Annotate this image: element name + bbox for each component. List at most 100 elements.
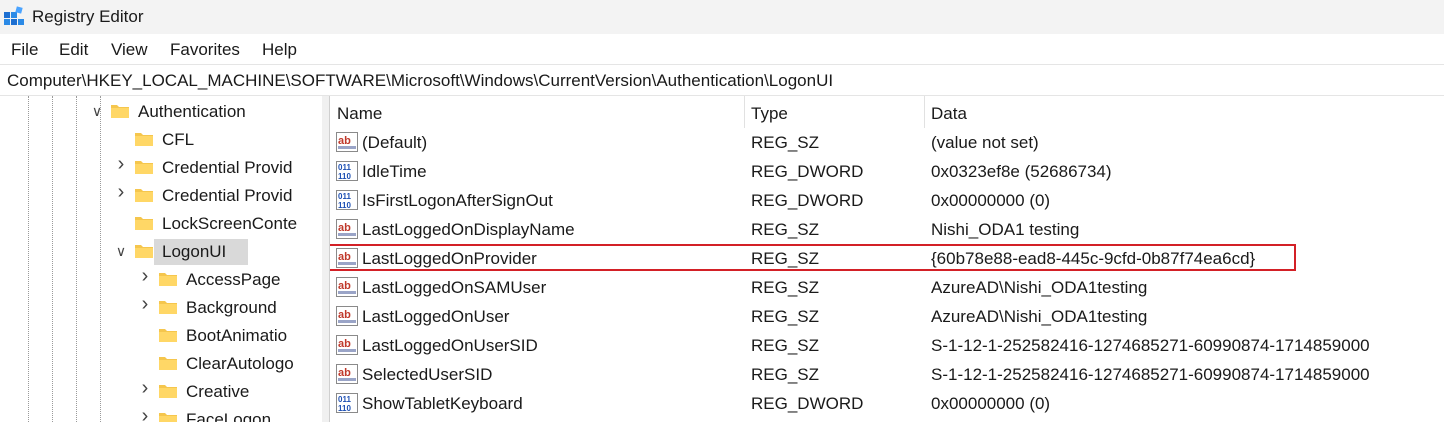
value-type: REG_SZ — [751, 336, 820, 355]
value-row[interactable]: ab LastLoggedOnUserSID REG_SZ S-1-12-1-2525… — [330, 331, 1444, 360]
tree-item[interactable]: CFL — [0, 126, 300, 154]
value-row[interactable]: 011 110 ShowTabletKeyboard REG_DWORD 0x00000… — [330, 389, 1444, 418]
value-row[interactable]: ab LastLoggedOnProvider REG_SZ {60b78e88-ea… — [330, 244, 1444, 273]
address-path[interactable]: Computer\HKEY_LOCAL_MACHINE\SOFTWARE\Mic… — [7, 71, 833, 91]
tree-item-label: LockScreenConte — [162, 214, 298, 233]
value-name: LastLoggedOnDisplayName — [362, 220, 575, 239]
value-row[interactable]: ab LastLoggedOnSAMUser REG_SZ AzureAD\Nishi… — [330, 273, 1444, 302]
tree-item[interactable]: › Background — [0, 294, 300, 322]
value-type: REG_SZ — [751, 278, 820, 297]
value-type: REG_DWORD — [751, 394, 864, 413]
menu-edit[interactable]: Edit — [59, 40, 88, 60]
binary-value-icon: 011110 — [336, 190, 358, 210]
string-value-icon: ab — [336, 132, 358, 152]
folder-icon — [159, 329, 177, 342]
value-type: REG_SZ — [751, 133, 820, 152]
menu-favorites[interactable]: Favorites — [170, 40, 240, 60]
tree-item[interactable]: › FaceLogon — [0, 406, 300, 422]
folder-icon — [159, 413, 177, 422]
tree-item[interactable]: ∨ Authentication — [0, 98, 300, 126]
values-list-pane[interactable]: Name Type Data ab (Default) REG_SZ (value n… — [330, 96, 1444, 422]
menu-bar: File Edit View Favorites Help — [0, 34, 1444, 64]
pane-splitter[interactable] — [322, 96, 330, 422]
folder-icon — [135, 217, 153, 230]
tree-item-label: ClearAutologo — [186, 354, 294, 373]
menu-file[interactable]: File — [11, 40, 38, 60]
tree-item[interactable]: BootAnimatio — [0, 322, 300, 350]
svg-text:011: 011 — [338, 163, 351, 172]
chevron-right-icon[interactable]: › — [114, 154, 128, 174]
svg-text:011: 011 — [338, 192, 351, 201]
value-data: Nishi_ODA1 testing — [931, 220, 1080, 239]
window-title: Registry Editor — [32, 7, 144, 26]
value-data: AzureAD\Nishi_ODA1testing — [931, 278, 1148, 297]
value-name: LastLoggedOnUserSID — [362, 336, 538, 355]
tree-item[interactable]: › Credential Provid — [0, 182, 300, 210]
value-data: S-1-12-1-252582416-1274685271-60990874-1… — [931, 365, 1370, 384]
folder-icon — [159, 301, 177, 314]
folder-icon — [135, 161, 153, 174]
menu-help[interactable]: Help — [262, 40, 297, 60]
title-bar: Registry Editor — [0, 0, 1444, 34]
value-type: REG_SZ — [751, 220, 820, 239]
svg-text:ab: ab — [338, 309, 351, 321]
chevron-right-icon[interactable]: › — [138, 378, 152, 398]
folder-icon — [135, 189, 153, 202]
column-header-name[interactable]: Name — [330, 96, 744, 128]
value-name: ShowTabletKeyboard — [362, 394, 523, 413]
value-row[interactable]: 011 110 IsFirstLogonAfterSignOut REG_DWORD 0… — [330, 186, 1444, 215]
tree-item-label: Authentication — [138, 102, 246, 121]
chevron-right-icon[interactable]: › — [138, 294, 152, 314]
tree-item[interactable]: LockScreenConte — [0, 210, 300, 238]
tree-item[interactable]: › AccessPage — [0, 266, 300, 294]
tree-item-label: LogonUI — [162, 242, 227, 261]
folder-icon — [135, 245, 153, 258]
binary-value-icon: 011110 — [336, 393, 358, 413]
tree-item[interactable]: › Creative — [0, 378, 300, 406]
column-header-type[interactable]: Type — [744, 96, 924, 128]
tree-item[interactable]: › Credential Provid — [0, 154, 300, 182]
svg-text:ab: ab — [338, 135, 351, 147]
highlight-annotation-box — [330, 244, 1296, 271]
value-data: 0x00000000 (0) — [931, 394, 1051, 413]
tree-item-label: Background — [186, 298, 277, 317]
key-tree-pane[interactable]: ∨ Authentication CFL › Credential Provid › Cre… — [0, 96, 323, 422]
registry-editor-icon — [4, 6, 24, 25]
string-value-icon: ab — [336, 277, 358, 297]
menu-view[interactable]: View — [111, 40, 148, 60]
value-type: REG_DWORD — [751, 191, 864, 210]
chevron-right-icon[interactable]: › — [138, 406, 152, 422]
svg-text:011: 011 — [338, 395, 351, 404]
chevron-right-icon[interactable]: › — [138, 266, 152, 286]
value-name: LastLoggedOnSAMUser — [362, 278, 547, 297]
folder-icon — [111, 105, 129, 118]
value-data: S-1-12-1-252582416-1274685271-60990874-1… — [931, 336, 1370, 355]
chevron-down-icon[interactable]: ∨ — [114, 244, 128, 258]
value-row[interactable]: ab (Default) REG_SZ (value not set) — [330, 128, 1444, 157]
value-type: REG_DWORD — [751, 162, 864, 181]
column-header-data[interactable]: Data — [924, 96, 1444, 128]
tree-item-label: Credential Provid — [162, 186, 293, 205]
tree-item[interactable]: ∨ LogonUI — [0, 238, 300, 266]
value-type: REG_SZ — [751, 365, 820, 384]
tree-item-label: BootAnimatio — [186, 326, 288, 345]
value-row[interactable]: ab SelectedUserSID REG_SZ S-1-12-1-25258241… — [330, 360, 1444, 389]
svg-text:110: 110 — [338, 201, 351, 210]
value-row[interactable]: ab LastLoggedOnDisplayName REG_SZ Nishi_ODA… — [330, 215, 1444, 244]
value-row[interactable]: ab LastLoggedOnUser REG_SZ AzureAD\Nishi_OD… — [330, 302, 1444, 331]
value-row[interactable]: 011 110 IdleTime REG_DWORD 0x0323ef8e (52686… — [330, 157, 1444, 186]
string-value-icon: ab — [336, 219, 358, 239]
tree-item[interactable]: ClearAutologo — [0, 350, 300, 378]
address-bar[interactable]: Computer\HKEY_LOCAL_MACHINE\SOFTWARE\Mic… — [0, 64, 1444, 96]
chevron-right-icon[interactable]: › — [114, 182, 128, 202]
svg-text:ab: ab — [338, 222, 351, 234]
tree-item-label: Creative — [186, 382, 250, 401]
value-type: REG_SZ — [751, 307, 820, 326]
value-name: LastLoggedOnUser — [362, 307, 510, 326]
value-name: SelectedUserSID — [362, 365, 493, 384]
value-data: 0x00000000 (0) — [931, 191, 1051, 210]
folder-icon — [135, 133, 153, 146]
value-data: (value not set) — [931, 133, 1039, 152]
chevron-down-icon[interactable]: ∨ — [90, 104, 104, 118]
binary-value-icon: 011110 — [336, 161, 358, 181]
